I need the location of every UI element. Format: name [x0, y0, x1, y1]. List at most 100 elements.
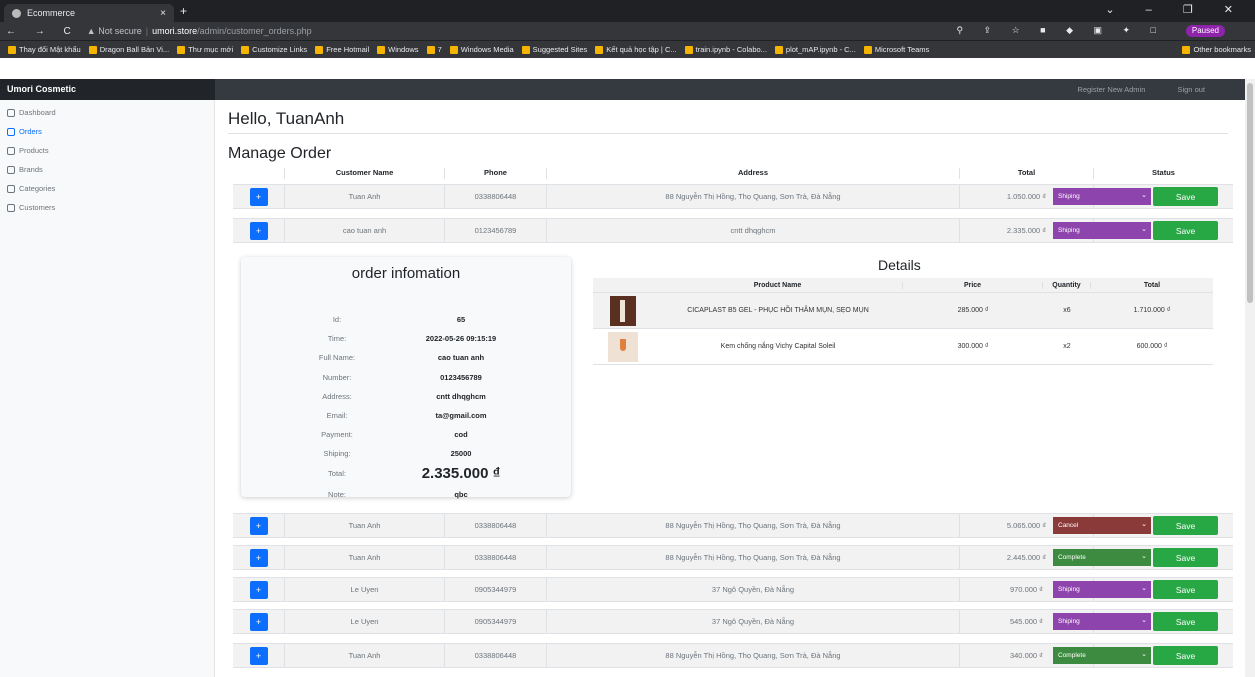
bookmark-item[interactable]: Windows Media	[449, 45, 514, 54]
phone: 0338806448	[445, 644, 547, 667]
table-row: + Tuan Anh 0338806448 88 Nguyễn Thị Hồng…	[233, 545, 1233, 570]
details-header: Product Name Price Quantity Total	[593, 278, 1213, 293]
nav-buttons[interactable]: ← → C	[6, 26, 79, 37]
address: 37 Ngô Quyền, Đà Nẵng	[547, 578, 960, 601]
save-button[interactable]: Save	[1153, 187, 1218, 206]
bookmark-icon	[449, 45, 458, 54]
customer-name: Tuan Anh	[285, 185, 445, 208]
bookmark-icon	[88, 45, 97, 54]
sidebar-item-customers[interactable]: Customers	[0, 198, 214, 217]
divider	[228, 133, 1228, 134]
window-controls[interactable]: ⌄ – ❐ ✕	[1105, 3, 1247, 16]
sign-out-link[interactable]: Sign out	[1177, 85, 1205, 94]
bookmark-item[interactable]: Microsoft Teams	[863, 45, 929, 54]
expand-button[interactable]: +	[249, 580, 268, 599]
address: 88 Nguyễn Thị Hồng, Thọ Quang, Sơn Trà, …	[547, 514, 960, 537]
brand-logo[interactable]: Umori Cosmetic	[0, 79, 215, 100]
status-select[interactable]: Complete ⌄	[1053, 549, 1151, 566]
profile-button[interactable]: Paused	[1185, 25, 1225, 37]
status-select[interactable]: Complete ⌄	[1053, 647, 1151, 664]
expand-button[interactable]: +	[249, 221, 268, 240]
register-admin-link[interactable]: Register New Admin	[1077, 85, 1145, 94]
expand-button[interactable]: +	[249, 548, 268, 567]
order-info-card: order infomation Id: 65 Time: 2022-05-26 0…	[241, 257, 571, 499]
address: 88 Nguyễn Thị Hồng, Thọ Quang, Sơn Trà, …	[547, 644, 960, 667]
bookmark-icon	[315, 45, 324, 54]
product-name: Kem chống nắng Vichy Capital Soleil	[720, 343, 836, 350]
sidebar-item-categories[interactable]: Categories	[0, 179, 214, 198]
save-button[interactable]: Save	[1153, 548, 1218, 567]
bookmark-item[interactable]: 7	[426, 45, 442, 54]
status-select[interactable]: Shiping ⌄	[1053, 188, 1151, 205]
save-button[interactable]: Save	[1153, 612, 1218, 631]
browser-tab[interactable]: Ecommerce ×	[4, 4, 174, 22]
bookmark-icon	[426, 45, 435, 54]
header-cell	[233, 168, 285, 179]
scrollbar-thumb[interactable]	[1247, 83, 1253, 303]
bookmark-item[interactable]: Kết quả học tập | C...	[595, 45, 677, 54]
bookmark-item[interactable]: Windows	[377, 45, 419, 54]
address-bar[interactable]: ← → C ▲ Not secure | umori.store/admin/c…	[0, 22, 1255, 40]
bookmark-icon	[863, 45, 872, 54]
bookmark-item[interactable]: Suggested Sites	[521, 45, 587, 54]
product-price: 300.000 ₫	[957, 343, 989, 350]
sidebar-item-brands[interactable]: Brands	[0, 160, 214, 179]
page-scrollbar[interactable]	[1245, 79, 1255, 677]
other-bookmarks[interactable]: Other bookmarks	[1182, 45, 1251, 54]
chevron-down-icon: ⌄	[1141, 651, 1147, 658]
bookmark-item[interactable]: Free Hotmail	[315, 45, 369, 54]
not-secure-indicator[interactable]: ▲ Not secure	[87, 26, 142, 36]
details-table: Product Name Price Quantity Total CICAPL…	[593, 278, 1213, 365]
bookmark-icon	[774, 45, 783, 54]
header-cell: Customer Name	[285, 168, 445, 179]
file-icon	[7, 127, 15, 136]
order-detail-panel: order infomation Id: 65 Time: 2022-05-26 0…	[233, 245, 1233, 507]
expand-button[interactable]: +	[249, 187, 268, 206]
chevron-down-icon: ⌄	[1141, 617, 1147, 624]
address: cntt dhqghcm	[547, 219, 960, 242]
toolbar-icons[interactable]: ⚲ ⇪ ☆ ■ ◆ ▣ ✦ □	[956, 25, 1165, 36]
save-button[interactable]: Save	[1153, 221, 1218, 240]
status-select[interactable]: Shiping ⌄	[1053, 613, 1151, 630]
customer-name: Tuan Anh	[285, 644, 445, 667]
order-info-title: order infomation	[351, 265, 461, 282]
expand-button[interactable]: +	[249, 612, 268, 631]
product-qty: x6	[1063, 307, 1071, 314]
save-button[interactable]: Save	[1153, 516, 1218, 535]
sidebar-item-products[interactable]: Products	[0, 141, 214, 160]
bookmark-item[interactable]: Dragon Ball Bản Vi...	[88, 45, 169, 54]
table-row: + Tuan Anh 0338806448 88 Nguyễn Thị Hồng…	[233, 184, 1233, 209]
bookmark-icon	[377, 45, 386, 54]
chevron-down-icon: ⌄	[1141, 553, 1147, 560]
bookmark-item[interactable]: plot_mAP.ipynb - C...	[774, 45, 856, 54]
customer-name: Le Uyen	[285, 578, 445, 601]
url-text[interactable]: umori.store/admin/customer_orders.php	[152, 26, 312, 36]
sidebar-item-dashboard[interactable]: Dashboard	[0, 103, 214, 122]
customer-name: Tuan Anh	[285, 514, 445, 537]
bookmark-item[interactable]: Customize Links	[241, 45, 307, 54]
new-tab-button[interactable]: +	[180, 4, 187, 18]
table-row: + Le Uyen 0905344979 37 Ngô Quyền, Đà Nẵ…	[233, 609, 1233, 634]
product-total: 1.710.000 ₫	[1133, 307, 1171, 314]
save-button[interactable]: Save	[1153, 580, 1218, 599]
sidebar-item-orders[interactable]: Orders	[0, 122, 214, 141]
expand-button[interactable]: +	[249, 516, 268, 535]
status-select[interactable]: Shiping ⌄	[1053, 581, 1151, 598]
chevron-down-icon: ⌄	[1141, 585, 1147, 592]
tab-title: Ecommerce	[27, 8, 76, 18]
save-button[interactable]: Save	[1153, 646, 1218, 665]
address: 37 Ngô Quyền, Đà Nẵng	[547, 610, 960, 633]
address: 88 Nguyễn Thị Hồng, Thọ Quang, Sơn Trà, …	[547, 185, 960, 208]
bookmark-item[interactable]: Thư mục mới	[177, 45, 233, 54]
bookmark-icon	[595, 45, 604, 54]
phone: 0905344979	[445, 610, 547, 633]
status-select[interactable]: Shiping ⌄	[1053, 222, 1151, 239]
tag-icon	[7, 165, 15, 174]
bookmark-item[interactable]: Thay đổi Mật khẩu	[8, 45, 81, 54]
bookmark-item[interactable]: train.ipynb - Colabo...	[684, 45, 767, 54]
tab-close-icon[interactable]: ×	[160, 8, 166, 19]
status-select[interactable]: Cancel ⌄	[1053, 517, 1151, 534]
greeting: Hello, TuanAnh	[228, 109, 345, 128]
home-icon	[7, 108, 15, 117]
expand-button[interactable]: +	[249, 646, 268, 665]
